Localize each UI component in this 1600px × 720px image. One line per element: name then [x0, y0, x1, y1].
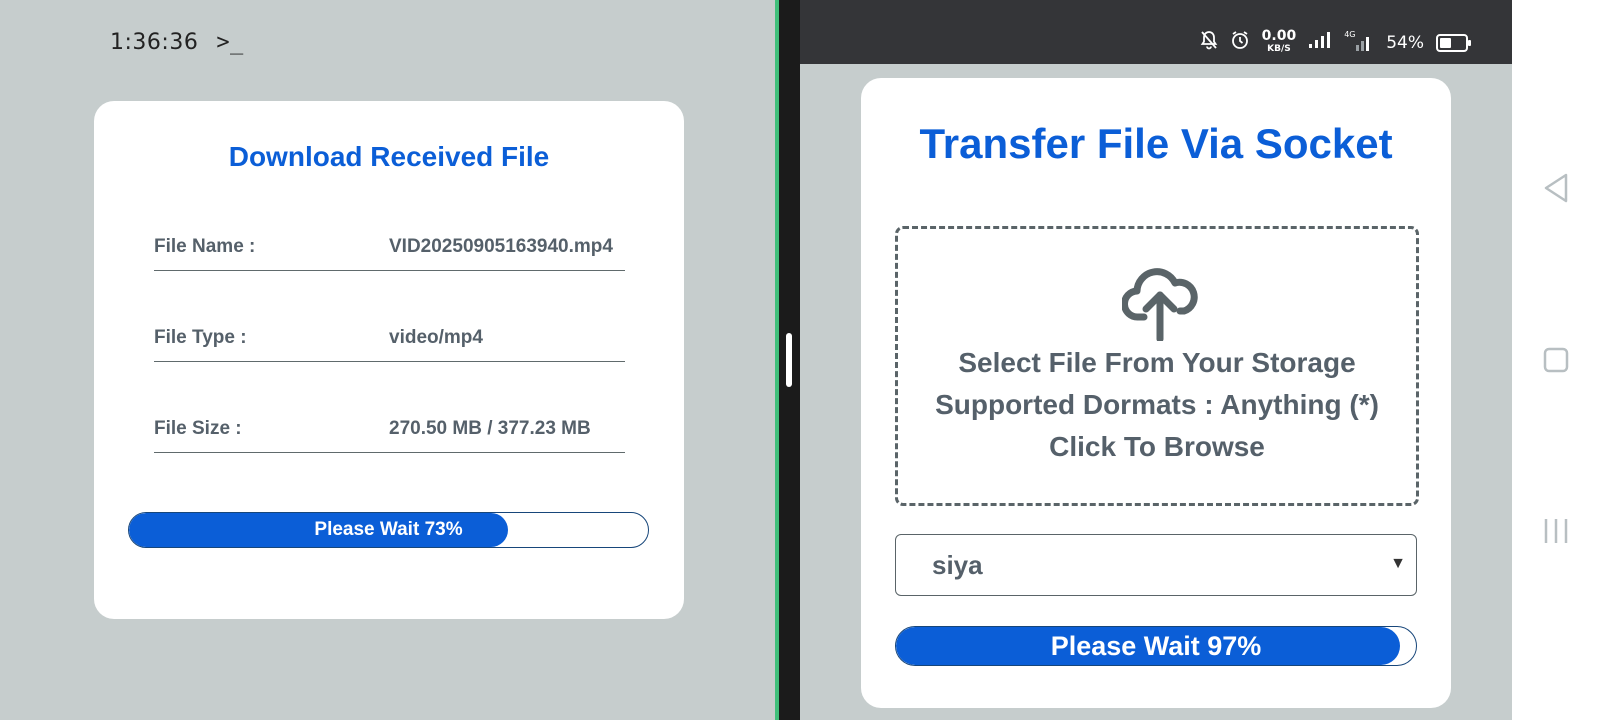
left-pane: 1:36:36 >_ Download Received File File N… — [0, 0, 778, 720]
dropzone-line-2: Supported Dormats : Anything (*) — [935, 389, 1379, 420]
transfer-card: Transfer File Via Socket Select File Fro… — [861, 78, 1451, 708]
signal-4g-icon: 4G — [1344, 30, 1374, 52]
status-bar: 0.00 KB/S 4G 54% — [800, 0, 1512, 64]
signal-icon — [1308, 31, 1332, 54]
alarm-icon — [1230, 30, 1250, 55]
clock-row: 1:36:36 >_ — [110, 30, 244, 55]
chevron-down-icon: ▼ — [1390, 555, 1406, 572]
file-name-label: File Name : — [154, 236, 256, 257]
download-progress-text: Please Wait 73% — [314, 519, 463, 540]
terminal-prompt-icon: >_ — [216, 30, 244, 55]
recipient-select-value: siya — [932, 550, 983, 580]
dropzone-line-3: Click To Browse — [1049, 431, 1265, 462]
split-drag-handle[interactable] — [786, 333, 792, 387]
right-pane: 0.00 KB/S 4G 54% Transfer File Via Socke… — [800, 0, 1512, 720]
recents-icon[interactable] — [1542, 516, 1570, 551]
back-triangle-icon[interactable] — [1542, 172, 1570, 209]
battery-percent: 54% — [1386, 32, 1424, 53]
download-card: Download Received File File Name : VID20… — [94, 101, 684, 619]
network-speed-unit: KB/S — [1267, 44, 1291, 54]
network-speed: 0.00 KB/S — [1261, 28, 1297, 54]
download-progress-bar: Please Wait 73% — [128, 512, 649, 548]
upload-progress-bar: Please Wait 97% — [895, 626, 1417, 666]
network-speed-value: 0.00 — [1261, 28, 1297, 44]
upload-progress-text: Please Wait 97% — [1050, 630, 1262, 661]
file-name-row: File Name : VID20250905163940.mp4 — [154, 224, 625, 271]
clock-text: 1:36:36 — [110, 30, 199, 55]
battery-icon — [1436, 33, 1471, 52]
file-size-row: File Size : 270.50 MB / 377.23 MB — [154, 406, 625, 453]
file-type-value: video/mp4 — [389, 327, 483, 348]
file-name-value: VID20250905163940.mp4 — [389, 236, 613, 257]
cloud-upload-icon — [1121, 261, 1198, 346]
home-square-icon[interactable] — [1542, 346, 1570, 379]
download-title: Download Received File — [228, 141, 550, 172]
file-size-value: 270.50 MB / 377.23 MB — [389, 418, 591, 439]
dropzone-line-1: Select File From Your Storage — [958, 347, 1356, 378]
transfer-title: Transfer File Via Socket — [919, 120, 1393, 167]
file-dropzone[interactable]: Select File From Your Storage Supported … — [895, 226, 1419, 506]
navigation-bar — [1512, 0, 1600, 720]
file-type-row: File Type : video/mp4 — [154, 315, 625, 362]
recipient-select[interactable]: siya ▼ — [895, 534, 1417, 596]
bell-off-icon — [1200, 30, 1218, 55]
file-size-label: File Size : — [154, 418, 242, 439]
file-type-label: File Type : — [154, 327, 247, 348]
status-icons: 0.00 KB/S 4G 54% — [1200, 28, 1471, 55]
